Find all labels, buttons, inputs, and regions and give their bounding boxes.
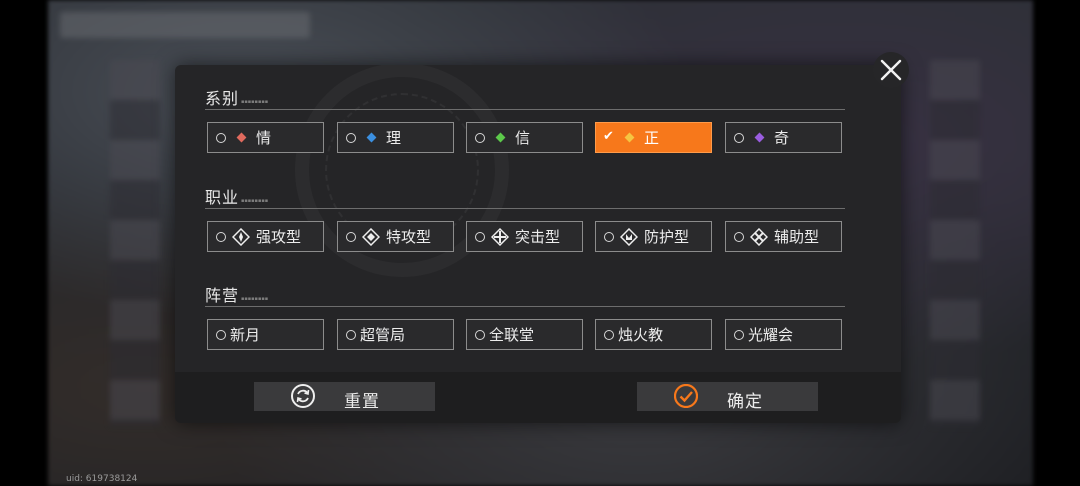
section-title: 阵营 xyxy=(205,286,240,305)
refresh-icon xyxy=(291,384,315,408)
option-row: 情 理 信 ✔ 正 奇 xyxy=(207,122,845,155)
option-label: 光耀会 xyxy=(748,326,794,344)
radio-icon xyxy=(216,133,226,143)
section-divider xyxy=(205,208,845,209)
option-zheng[interactable]: ✔ 正 xyxy=(595,122,712,153)
radio-icon xyxy=(346,133,356,143)
option-camp-zhuhuojiao[interactable]: 烛火教 xyxy=(595,319,712,350)
option-raid[interactable]: 突击型 xyxy=(466,221,583,252)
background-decor xyxy=(930,60,980,426)
special-attack-class-icon xyxy=(362,228,380,246)
uid-label: uid: 619738124 xyxy=(66,474,138,484)
radio-icon xyxy=(475,232,485,242)
filter-dialog: 系别 ▪▪▪▪▪▪▪▪ 情 理 信 ✔ 正 奇 职业 ▪▪▪▪▪▪▪▪ 强攻型 … xyxy=(175,65,901,423)
radio-icon xyxy=(475,330,485,340)
radio-icon xyxy=(734,330,744,340)
confirm-check-icon xyxy=(674,384,698,408)
diamond-gem-icon xyxy=(754,132,765,143)
raid-class-icon xyxy=(491,228,509,246)
option-label: 辅助型 xyxy=(774,228,820,246)
guard-class-icon xyxy=(620,228,638,246)
radio-icon xyxy=(346,330,356,340)
assault-class-icon xyxy=(232,228,250,246)
background-banner xyxy=(60,12,310,38)
option-label: 超管局 xyxy=(360,326,406,344)
option-qi[interactable]: 奇 xyxy=(725,122,842,153)
option-special-attack[interactable]: 特攻型 xyxy=(337,221,454,252)
reset-label: 重置 xyxy=(344,392,380,412)
option-camp-quanliantang[interactable]: 全联堂 xyxy=(466,319,583,350)
option-label: 强攻型 xyxy=(256,228,302,246)
dialog-footer: 重置 确定 xyxy=(175,372,901,423)
radio-icon xyxy=(734,232,744,242)
option-label: 新月 xyxy=(230,326,261,344)
option-label: 情 xyxy=(256,129,272,147)
support-class-icon xyxy=(750,228,768,246)
option-li[interactable]: 理 xyxy=(337,122,454,153)
diamond-gem-icon xyxy=(366,132,377,143)
section-divider xyxy=(205,306,845,307)
background-decor xyxy=(110,60,160,426)
section-title: 系别 xyxy=(205,89,240,108)
option-row: 强攻型 特攻型 突击型 防护型 辅助型 xyxy=(207,221,845,254)
close-icon xyxy=(880,59,902,81)
reset-button[interactable]: 重置 xyxy=(254,382,435,412)
option-row: 新月 超管局 全联堂 烛火教 光耀会 xyxy=(207,319,845,352)
confirm-label: 确定 xyxy=(727,392,763,412)
option-support[interactable]: 辅助型 xyxy=(725,221,842,252)
option-label: 理 xyxy=(386,129,402,147)
diamond-gem-icon xyxy=(624,132,635,143)
option-label: 奇 xyxy=(774,129,790,147)
radio-icon xyxy=(346,232,356,242)
option-label: 正 xyxy=(644,129,660,147)
section-subtitle-decor: ▪▪▪▪▪▪▪▪ xyxy=(241,198,269,204)
confirm-button[interactable]: 确定 xyxy=(637,382,818,412)
radio-icon xyxy=(216,232,226,242)
diamond-gem-icon xyxy=(495,132,506,143)
option-label: 信 xyxy=(515,129,531,147)
option-camp-chaoguanju[interactable]: 超管局 xyxy=(337,319,454,350)
section-title: 职业 xyxy=(205,188,240,207)
option-assault[interactable]: 强攻型 xyxy=(207,221,324,252)
section-divider xyxy=(205,109,845,110)
option-camp-guangyaohui[interactable]: 光耀会 xyxy=(725,319,842,350)
diamond-gem-icon xyxy=(236,132,247,143)
option-label: 突击型 xyxy=(515,228,561,246)
option-qing[interactable]: 情 xyxy=(207,122,324,153)
option-label: 烛火教 xyxy=(618,326,664,344)
radio-icon xyxy=(216,330,226,340)
option-label: 全联堂 xyxy=(489,326,535,344)
section-subtitle-decor: ▪▪▪▪▪▪▪▪ xyxy=(241,99,269,105)
option-label: 特攻型 xyxy=(386,228,432,246)
radio-icon xyxy=(604,330,614,340)
close-button[interactable] xyxy=(873,52,909,88)
section-subtitle-decor: ▪▪▪▪▪▪▪▪ xyxy=(241,296,269,302)
option-guard[interactable]: 防护型 xyxy=(595,221,712,252)
option-label: 防护型 xyxy=(644,228,690,246)
option-camp-xinyue[interactable]: 新月 xyxy=(207,319,324,350)
option-xin[interactable]: 信 xyxy=(466,122,583,153)
radio-icon xyxy=(734,133,744,143)
checkmark-icon: ✔ xyxy=(603,129,614,144)
radio-icon xyxy=(604,232,614,242)
radio-icon xyxy=(475,133,485,143)
